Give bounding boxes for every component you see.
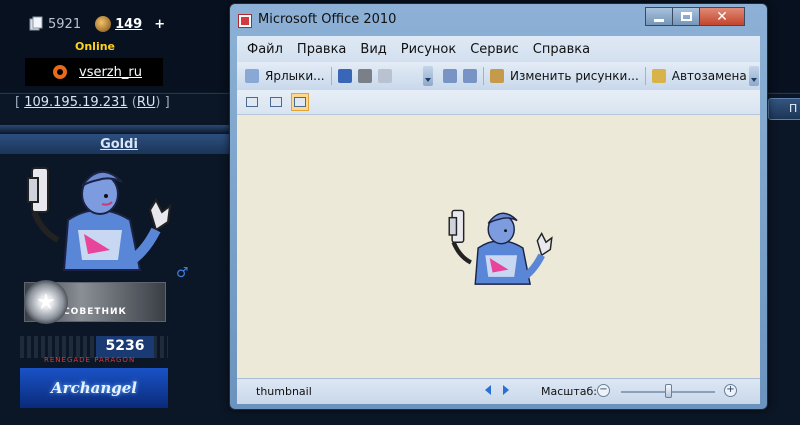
star-icon: ★: [24, 280, 68, 324]
rotate-left-icon[interactable]: [443, 69, 457, 83]
minimize-button[interactable]: [645, 7, 673, 26]
edit-pictures-button[interactable]: Изменить рисунки...: [510, 69, 639, 83]
forum-right-column: [763, 125, 800, 425]
group-badge: Archangel: [20, 368, 168, 408]
score-badge: 5236 RENEGADE PARAGON: [20, 336, 168, 364]
country-link[interactable]: RU: [137, 95, 156, 110]
single-view-button[interactable]: [291, 93, 309, 111]
menu-picture[interactable]: Рисунок: [401, 42, 456, 57]
single-image-icon: [294, 97, 306, 107]
menu-help-label: Справка: [532, 41, 591, 57]
filmstrip-view-button[interactable]: [267, 93, 285, 111]
maximize-icon: [680, 12, 692, 21]
user-stats: 5921 149 +: [28, 16, 165, 32]
print-icon[interactable]: [357, 69, 372, 83]
skype-icon: [53, 65, 67, 79]
username-link[interactable]: Goldi: [100, 137, 138, 152]
toolbar-separator: [483, 67, 484, 85]
menu-tools[interactable]: Сервис: [470, 42, 519, 57]
toolbar-right-group: Изменить рисунки... Автозамена: [443, 65, 747, 87]
maximize-button[interactable]: [672, 7, 700, 26]
close-icon: ✕: [716, 8, 728, 25]
toolbar-left-group: Ярлыки...: [245, 65, 392, 87]
toolbar-overflow-left[interactable]: [423, 66, 433, 86]
rotate-right-icon[interactable]: [463, 69, 477, 83]
close-button[interactable]: ✕: [699, 7, 745, 26]
toolbar-separator: [644, 67, 646, 85]
menu-edit-label: Правка: [296, 41, 347, 57]
shortcuts-icon: [245, 69, 259, 83]
online-status: Online: [75, 40, 116, 53]
score-value: 5236: [96, 336, 154, 358]
menu-edit[interactable]: Правка: [297, 42, 346, 57]
reputation-icon: [95, 16, 112, 32]
filmstrip-icon: [270, 97, 282, 107]
zoom-out-icon[interactable]: −: [597, 384, 610, 397]
toolbar: Ярлыки... Изменить рисунки... Автозамена: [237, 62, 760, 90]
previous-image-icon[interactable]: [485, 385, 491, 395]
posts-count: 5921: [48, 16, 82, 32]
menu-file-label: Файл: [247, 41, 283, 57]
next-image-icon[interactable]: [503, 385, 509, 395]
menu-view[interactable]: Вид: [360, 42, 386, 57]
edit-pictures-icon: [490, 69, 504, 83]
ip-info: [ 109.195.19.231 (RU) ]: [15, 95, 170, 110]
reputation-link[interactable]: 149: [115, 17, 142, 32]
toolbar-overflow-right[interactable]: [749, 66, 759, 86]
image-canvas[interactable]: [237, 114, 760, 378]
menu-file[interactable]: Файл: [247, 42, 283, 57]
skype-contact[interactable]: vserzh_ru: [25, 58, 163, 86]
autocorrect-icon: [651, 69, 666, 83]
ip-paren-open: (: [127, 95, 137, 110]
save-icon[interactable]: [337, 69, 352, 83]
toolbar-separator: [330, 67, 332, 85]
menu-tools-label: Сервис: [470, 41, 519, 57]
right-tab[interactable]: П: [768, 98, 800, 120]
menu-picture-label: Рисунок: [400, 41, 457, 57]
image-preview: [442, 203, 572, 293]
window-client: Файл Правка Вид Рисунок Сервис Справка Я…: [237, 36, 760, 404]
zoom-slider-thumb[interactable]: [664, 384, 672, 398]
window-controls: ✕: [645, 7, 745, 26]
image-navigation: [485, 385, 509, 395]
score-caption: RENEGADE PARAGON: [44, 356, 136, 364]
titlebar[interactable]: Microsoft Office 2010 ✕: [230, 4, 767, 36]
status-bar: thumbnail Масштаб: − +: [237, 378, 760, 404]
zoom-in-icon[interactable]: +: [724, 384, 737, 397]
menu-view-label: Вид: [360, 41, 387, 57]
ip-bracket-close: ) ]: [155, 95, 170, 110]
avatar: [18, 160, 198, 280]
ip-bracket-open: [: [15, 95, 21, 110]
username-bar: Goldi: [0, 134, 238, 154]
zoom-label: Масштаб:: [541, 385, 597, 398]
app-icon: [238, 14, 252, 28]
app-window: Microsoft Office 2010 ✕ Файл Правка Вид …: [229, 3, 768, 410]
rank-title: СОВЕТНИК: [63, 307, 127, 317]
minimize-icon: [654, 18, 664, 22]
copy-icon[interactable]: [377, 69, 392, 83]
ip-link[interactable]: 109.195.19.231: [24, 95, 127, 110]
status-filename: thumbnail: [256, 385, 312, 398]
menu-help[interactable]: Справка: [533, 42, 590, 57]
male-icon: ♂: [176, 265, 189, 281]
window-title: Microsoft Office 2010: [258, 12, 397, 27]
thumbnails-view-button[interactable]: [243, 93, 261, 111]
view-bar: [237, 90, 760, 114]
reputation-plus-button[interactable]: +: [154, 17, 165, 32]
group-badge-text: Archangel: [51, 379, 137, 397]
autocorrect-button[interactable]: Автозамена: [672, 69, 747, 83]
shortcuts-button[interactable]: Ярлыки...: [265, 69, 325, 83]
grid-icon: [246, 97, 258, 107]
posts-icon: [28, 16, 44, 32]
menu-bar: Файл Правка Вид Рисунок Сервис Справка: [237, 36, 760, 62]
skype-name[interactable]: vserzh_ru: [79, 65, 142, 80]
